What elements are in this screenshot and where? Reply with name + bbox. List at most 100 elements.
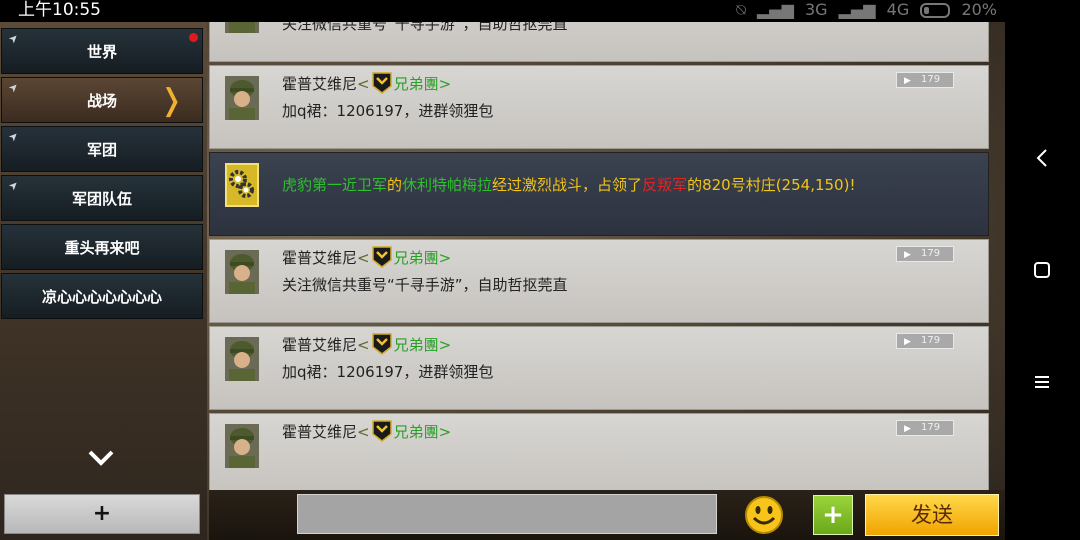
pin-icon: ➤ [5,177,22,194]
channel-label: 战场 [86,92,117,110]
bracket-close: > [438,249,452,267]
message-text: 加q裙：1206197，进群领狸包 [282,102,494,120]
sender-line: 霍普艾维尼< 兄弟團> [282,333,451,355]
menu-icon[interactable] [1027,367,1057,397]
play-icon: ▶ [904,76,911,86]
channel-sidebar: ➤ 世界 ➤ 战场 ❭ ➤ 军团 ➤ 军团队伍重头再来吧凉心心心心心心心 + [0,22,207,540]
chat-message-list[interactable]: 霍普艾维尼<兄弟團>关注微信共重号“千寻手游”，自助哲抠莞直▶179霍普艾维尼<… [209,22,1005,490]
message-text: 关注微信共重号“千寻手游”，自助哲抠莞直 [282,276,568,294]
status-icons: ⍉ ▂▄▆ 3G ▂▄▆ 4G 20% [730,0,997,20]
channel-tab-3[interactable]: ➤ 军团队伍 [1,175,203,221]
status-time: 上午10:55 [18,0,101,20]
play-icon: ▶ [904,337,911,347]
pin-icon: ➤ [5,30,22,47]
guild-name[interactable]: 兄弟團 [394,249,439,267]
voice-count: 179 [921,422,941,433]
message-text: 关注微信共重号“千寻手游”，自助哲抠莞直 [282,22,568,33]
channel-tab-2[interactable]: ➤ 军团 [1,126,203,172]
chat-input[interactable] [297,494,717,534]
chat-message[interactable]: 霍普艾维尼<兄弟團>关注微信共重号“千寻手游”，自助哲抠莞直▶179 [209,22,989,62]
sender-name[interactable]: 霍普艾维尼 [282,423,357,441]
back-icon[interactable] [1027,143,1057,173]
status-bar: 上午10:55 ⍉ ▂▄▆ 3G ▂▄▆ 4G 20% [0,0,1005,22]
alarm-off-icon: ⍉ [736,0,746,19]
play-icon: ▶ [904,250,911,260]
home-icon[interactable] [1027,255,1057,285]
voice-count: 179 [921,248,941,259]
sender-name[interactable]: 霍普艾维尼 [282,336,357,354]
gears-icon [225,163,259,207]
sender-name[interactable]: 霍普艾维尼 [282,75,357,93]
system-text-segment: 虎豹第一近卫军 [282,176,388,194]
signal-icon: ▂▄▆ [756,0,794,19]
bracket-close: > [438,336,452,354]
channel-tab-1[interactable]: ➤ 战场 ❭ [1,77,203,123]
channel-tab-0[interactable]: ➤ 世界 [1,28,203,74]
play-voice-button[interactable]: ▶ 179 [896,333,954,349]
bracket-open: < [357,423,370,441]
avatar[interactable] [225,337,259,381]
pin-icon: ➤ [5,79,22,96]
avatar[interactable] [225,76,259,120]
signal-icon-2: ▂▄▆ [838,0,876,19]
chat-message[interactable]: 霍普艾维尼< 兄弟團> 关注微信共重号“千寻手游”，自助哲抠莞直 ▶ 179 [209,239,989,323]
system-message[interactable]: 虎豹第一近卫军的休利特帕梅拉经过激烈战斗，占领了反叛军的820号村庄(254,1… [209,152,989,236]
add-attachment-button[interactable]: + [813,495,853,535]
play-icon: ▶ [904,424,911,434]
unread-dot [189,33,198,42]
channel-tab-5[interactable]: 凉心心心心心心心 [1,273,203,319]
guild-name[interactable]: 兄弟團 [394,75,439,93]
sender-line: 霍普艾维尼< 兄弟團> [282,246,451,268]
channel-label: 世界 [86,43,117,61]
rank-badge-icon [370,72,394,94]
network-type-4g: 4G [886,0,910,19]
system-text-segment: 的 [387,176,403,194]
chevron-right-icon: ❭ [158,83,184,118]
bracket-close: > [438,423,452,441]
system-text-segment: 的820号村庄(254,150)! [687,176,856,194]
system-text-segment: 经过激烈战斗，占领了 [492,176,643,194]
play-voice-button[interactable]: ▶ 179 [896,246,954,262]
android-nav-bar [1005,0,1080,540]
add-channel-button[interactable]: + [4,494,200,534]
channel-label: 军团队伍 [71,190,132,208]
chat-message[interactable]: 霍普艾维尼< 兄弟團> ▶ 179 [209,413,989,490]
bracket-close: > [438,75,452,93]
game-screen: ➤世界➤战场❭➤军团➤军团队伍重头再来吧凉心心心心心心心 + 霍普艾维尼<兄弟團… [0,22,1005,540]
system-message-text: 虎豹第一近卫军的休利特帕梅拉经过激烈战斗，占领了反叛军的820号村庄(254,1… [282,174,855,195]
channel-label: 重头再来吧 [64,239,140,257]
voice-count: 179 [921,74,941,85]
play-voice-button[interactable]: ▶ 179 [896,420,954,436]
channel-label: 凉心心心心心心心 [41,288,162,306]
channel-tab-4[interactable]: 重头再来吧 [1,224,203,270]
bracket-open: < [357,75,370,93]
voice-count: 179 [921,335,941,346]
bracket-open: < [357,336,370,354]
chat-message[interactable]: 霍普艾维尼< 兄弟團> 加q裙：1206197，进群领狸包 ▶ 179 [209,326,989,410]
rank-badge-icon [370,246,394,268]
play-voice-button[interactable]: ▶ 179 [896,72,954,88]
network-type-3g: 3G [804,0,828,19]
sender-line: 霍普艾维尼< 兄弟團> [282,420,451,442]
rank-badge-icon [370,333,394,355]
chat-message[interactable]: 霍普艾维尼< 兄弟團> 加q裙：1206197，进群领狸包 ▶ 179 [209,65,989,149]
system-text-segment: 反叛军 [642,176,688,194]
avatar[interactable] [225,424,259,468]
chat-input-bar: + 发送 [209,490,1005,540]
send-button[interactable]: 发送 [865,494,999,536]
guild-name[interactable]: 兄弟團 [394,423,439,441]
battery-level: 20% [961,0,997,19]
message-text: 加q裙：1206197，进群领狸包 [282,363,494,381]
emoji-icon[interactable] [744,495,784,535]
rank-badge-icon [370,420,394,442]
guild-name[interactable]: 兄弟團 [394,336,439,354]
avatar[interactable] [225,250,259,294]
channel-label: 军团 [86,141,117,159]
bracket-open: < [357,249,370,267]
sender-name[interactable]: 霍普艾维尼 [282,249,357,267]
pin-icon: ➤ [5,128,22,145]
chevron-down-icon[interactable] [86,446,116,470]
avatar[interactable] [225,22,259,33]
sender-line: 霍普艾维尼< 兄弟團> [282,72,451,94]
battery-icon [920,3,951,18]
